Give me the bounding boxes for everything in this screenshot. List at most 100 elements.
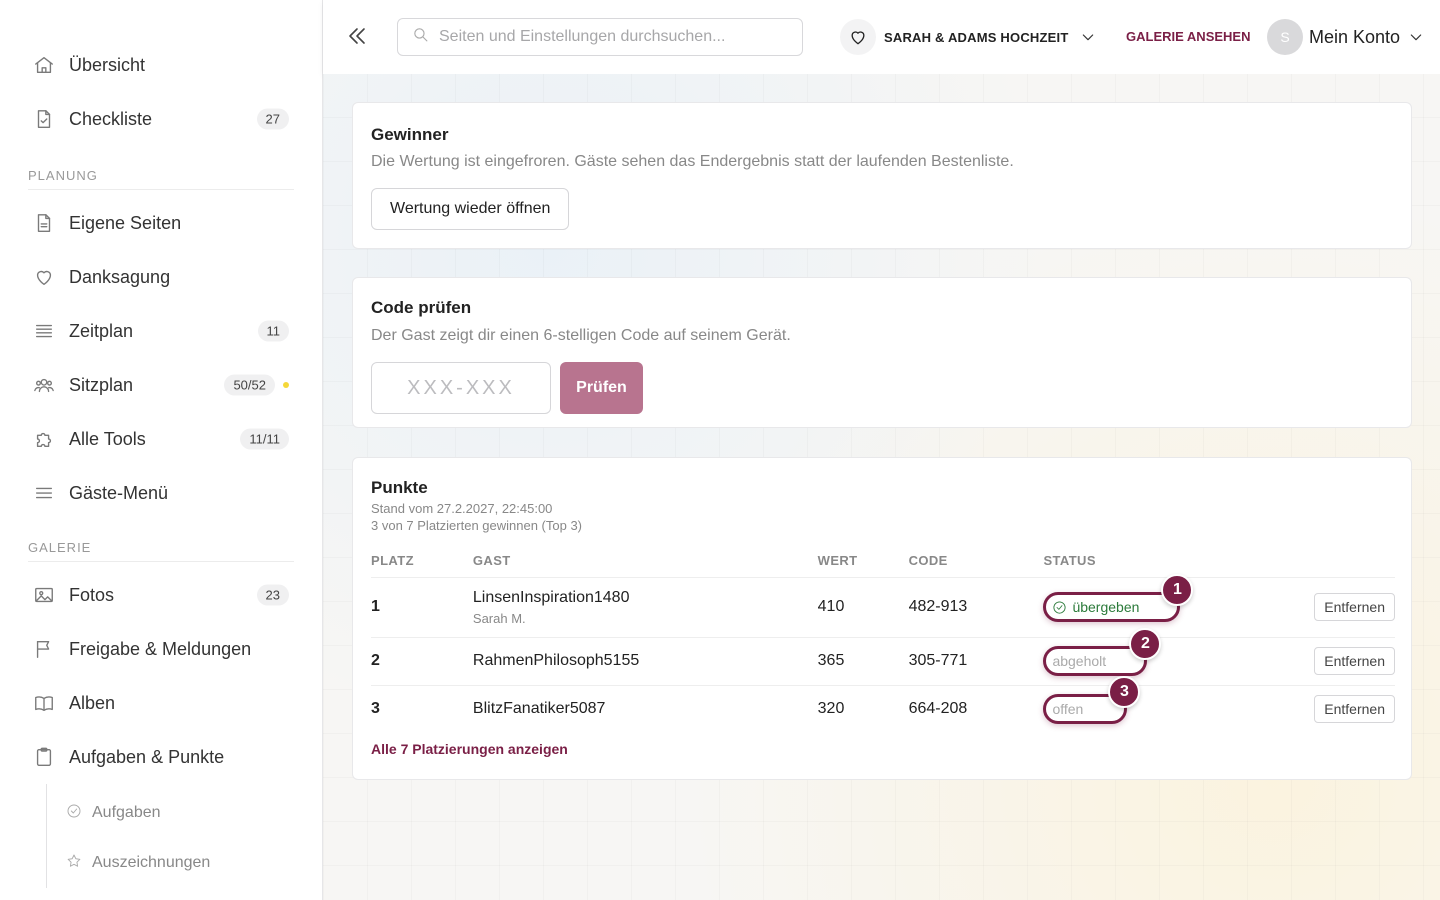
sidebar-item-label: Sitzplan	[69, 374, 134, 395]
sidebar-item-label: Gäste-Menü	[69, 482, 169, 503]
table-row: 3 BlitzFanatiker5087 320 664-208 offen 3	[371, 676, 1395, 733]
sidebar-item-label: Fotos	[69, 584, 115, 605]
search-input[interactable]	[439, 28, 799, 46]
chevron-down-icon	[1408, 29, 1424, 45]
clipboard-icon	[32, 745, 56, 769]
winner-card: Gewinner Die Wertung ist eingefroren. Gä…	[352, 102, 1412, 249]
status-cell: abgeholt 2	[1043, 628, 1315, 686]
column-header-code: CODE	[908, 553, 1044, 578]
heart-icon	[32, 265, 56, 289]
status-badge: übergeben	[1043, 592, 1181, 622]
value-cell: 410	[817, 577, 909, 638]
timestamp: Stand vom 27.2.2027, 22:45:00	[371, 501, 553, 516]
status-wrap: abgeholt 2	[1043, 628, 1162, 676]
sidebar-item-gaeste-menu[interactable]: Gäste-Menü	[0, 466, 322, 520]
account-menu[interactable]: S Mein Konto	[1267, 19, 1424, 55]
sidebar-item-alben[interactable]: Alben	[0, 676, 322, 730]
sidebar-subitem-aufgaben[interactable]: Aufgaben	[47, 788, 322, 838]
remove-button[interactable]: Entfernen	[1314, 593, 1395, 621]
value-cell: 365	[817, 637, 909, 686]
column-header-actions	[1314, 553, 1395, 578]
place-cell: 1	[371, 577, 473, 638]
sidebar-item-checkliste[interactable]: Checkliste 27	[0, 92, 322, 146]
sidebar-item-label: Aufgaben & Punkte	[69, 746, 225, 767]
search-box[interactable]	[397, 18, 803, 56]
card-title: Code prüfen	[371, 298, 472, 317]
sidebar-item-label: Freigabe & Meldungen	[69, 638, 252, 659]
star-icon	[66, 853, 82, 874]
avatar: S	[1267, 19, 1303, 55]
sidebar-subitem-label: Auszeichnungen	[92, 854, 211, 871]
code-input[interactable]	[371, 362, 551, 414]
sidebar-item-label: Eigene Seiten	[69, 212, 182, 233]
list-icon	[32, 319, 56, 343]
remove-button[interactable]: Entfernen	[1314, 647, 1395, 675]
double-chevron-left-icon	[349, 28, 365, 44]
table-row: 1 LinsenInspiration1480 Sarah M. 410 482…	[371, 574, 1395, 638]
code-cell: 482-913	[908, 577, 1044, 638]
sidebar-subitem-label: Aufgaben	[92, 804, 161, 821]
heart-icon	[840, 19, 876, 55]
value-cell: 320	[817, 700, 845, 718]
sidebar-item-alle-tools[interactable]: Alle Tools 11/11	[0, 412, 322, 466]
guest-cell: LinsenInspiration1480 Sarah M.	[472, 577, 818, 638]
sidebar-item-label: Zeitplan	[69, 320, 134, 341]
event-name: SARAH & ADAMS HOCHZEIT	[884, 29, 1069, 45]
sidebar-item-sitzplan[interactable]: Sitzplan 50/52	[0, 358, 322, 412]
reopen-scoring-button[interactable]: Wertung wieder öffnen	[371, 188, 570, 230]
document-check-icon	[32, 107, 56, 131]
status-label: übergeben	[1072, 599, 1140, 615]
sidebar-subitem-auszeichnungen[interactable]: Auszeichnungen	[47, 838, 322, 888]
sidebar-item-freigabe-meldungen[interactable]: Freigabe & Meldungen	[0, 622, 322, 676]
book-icon	[32, 691, 56, 715]
code-check-card: Code prüfen Der Gast zeigt dir einen 6-s…	[352, 277, 1412, 428]
place-cell: 2	[371, 637, 473, 686]
annotation-marker: 1	[1161, 574, 1194, 606]
flag-icon	[32, 637, 56, 661]
guest-real-name: Sarah M.	[472, 610, 526, 626]
column-header-place: PLATZ	[371, 553, 473, 578]
action-cell: Entfernen	[1314, 577, 1395, 638]
sidebar-item-label: Alle Tools	[69, 428, 146, 449]
sidebar-item-label: Alben	[69, 692, 116, 713]
chevron-down-icon	[1080, 29, 1096, 45]
count-badge: 23	[256, 584, 289, 606]
guest-name: BlitzFanatiker5087	[472, 700, 606, 718]
sidebar-item-danksagung[interactable]: Danksagung	[0, 250, 322, 304]
guest-cell: BlitzFanatiker5087	[473, 685, 818, 733]
sidebar-item-zeitplan[interactable]: Zeitplan 11	[0, 304, 322, 358]
view-gallery-link[interactable]: GALERIE ANSEHEN	[1126, 29, 1250, 44]
sidebar-item-label: Checkliste	[69, 108, 153, 129]
annotation-marker: 3	[1108, 676, 1141, 709]
card-description: Die Wertung ist eingefroren. Gäste sehen…	[371, 153, 1014, 170]
remove-button[interactable]: Entfernen	[1314, 695, 1395, 724]
collapse-sidebar-button[interactable]	[345, 24, 369, 48]
count-badge: 50/52	[224, 374, 275, 396]
points-card: Punkte Stand vom 27.2.2027, 22:45:00 3 v…	[352, 457, 1412, 780]
notification-dot	[283, 382, 289, 388]
show-all-rankings-link[interactable]: Alle 7 Platzierungen anzeigen	[371, 741, 568, 757]
place-cell: 3	[371, 700, 380, 718]
sidebar-item-eigene-seiten[interactable]: Eigene Seiten	[0, 196, 322, 250]
menu-icon	[32, 481, 56, 505]
action-cell: Entfernen	[1314, 685, 1395, 733]
sidebar-item-aufgaben-punkte[interactable]: Aufgaben & Punkte	[0, 730, 322, 784]
guest-name: RahmenPhilosoph5155	[472, 652, 640, 669]
sidebar-item-label: Danksagung	[69, 266, 171, 287]
count-badge: 27	[256, 108, 289, 130]
table-header-row: PLATZ GAST WERT CODE STATUS	[371, 553, 1395, 578]
event-switcher[interactable]: SARAH & ADAMS HOCHZEIT	[840, 19, 1096, 55]
sidebar-subnav: Aufgaben Auszeichnungen	[46, 784, 322, 888]
image-icon	[32, 583, 56, 607]
check-code-button[interactable]: Prüfen	[560, 362, 643, 414]
table-row: 2 RahmenPhilosoph5155 365 305-771 abgeho…	[371, 628, 1395, 686]
check-circle-icon	[66, 803, 82, 824]
count-badge: 11	[257, 320, 289, 342]
summary: 3 von 7 Platzierten gewinnen (Top 3)	[371, 518, 583, 533]
search-icon	[412, 26, 429, 48]
sidebar-item-uebersicht[interactable]: Übersicht	[0, 38, 322, 92]
code-cell: 305-771	[908, 637, 1044, 686]
card-title: Punkte	[371, 478, 428, 497]
sidebar-item-fotos[interactable]: Fotos 23	[0, 568, 322, 622]
section-title-galerie: GALERIE	[28, 540, 294, 562]
